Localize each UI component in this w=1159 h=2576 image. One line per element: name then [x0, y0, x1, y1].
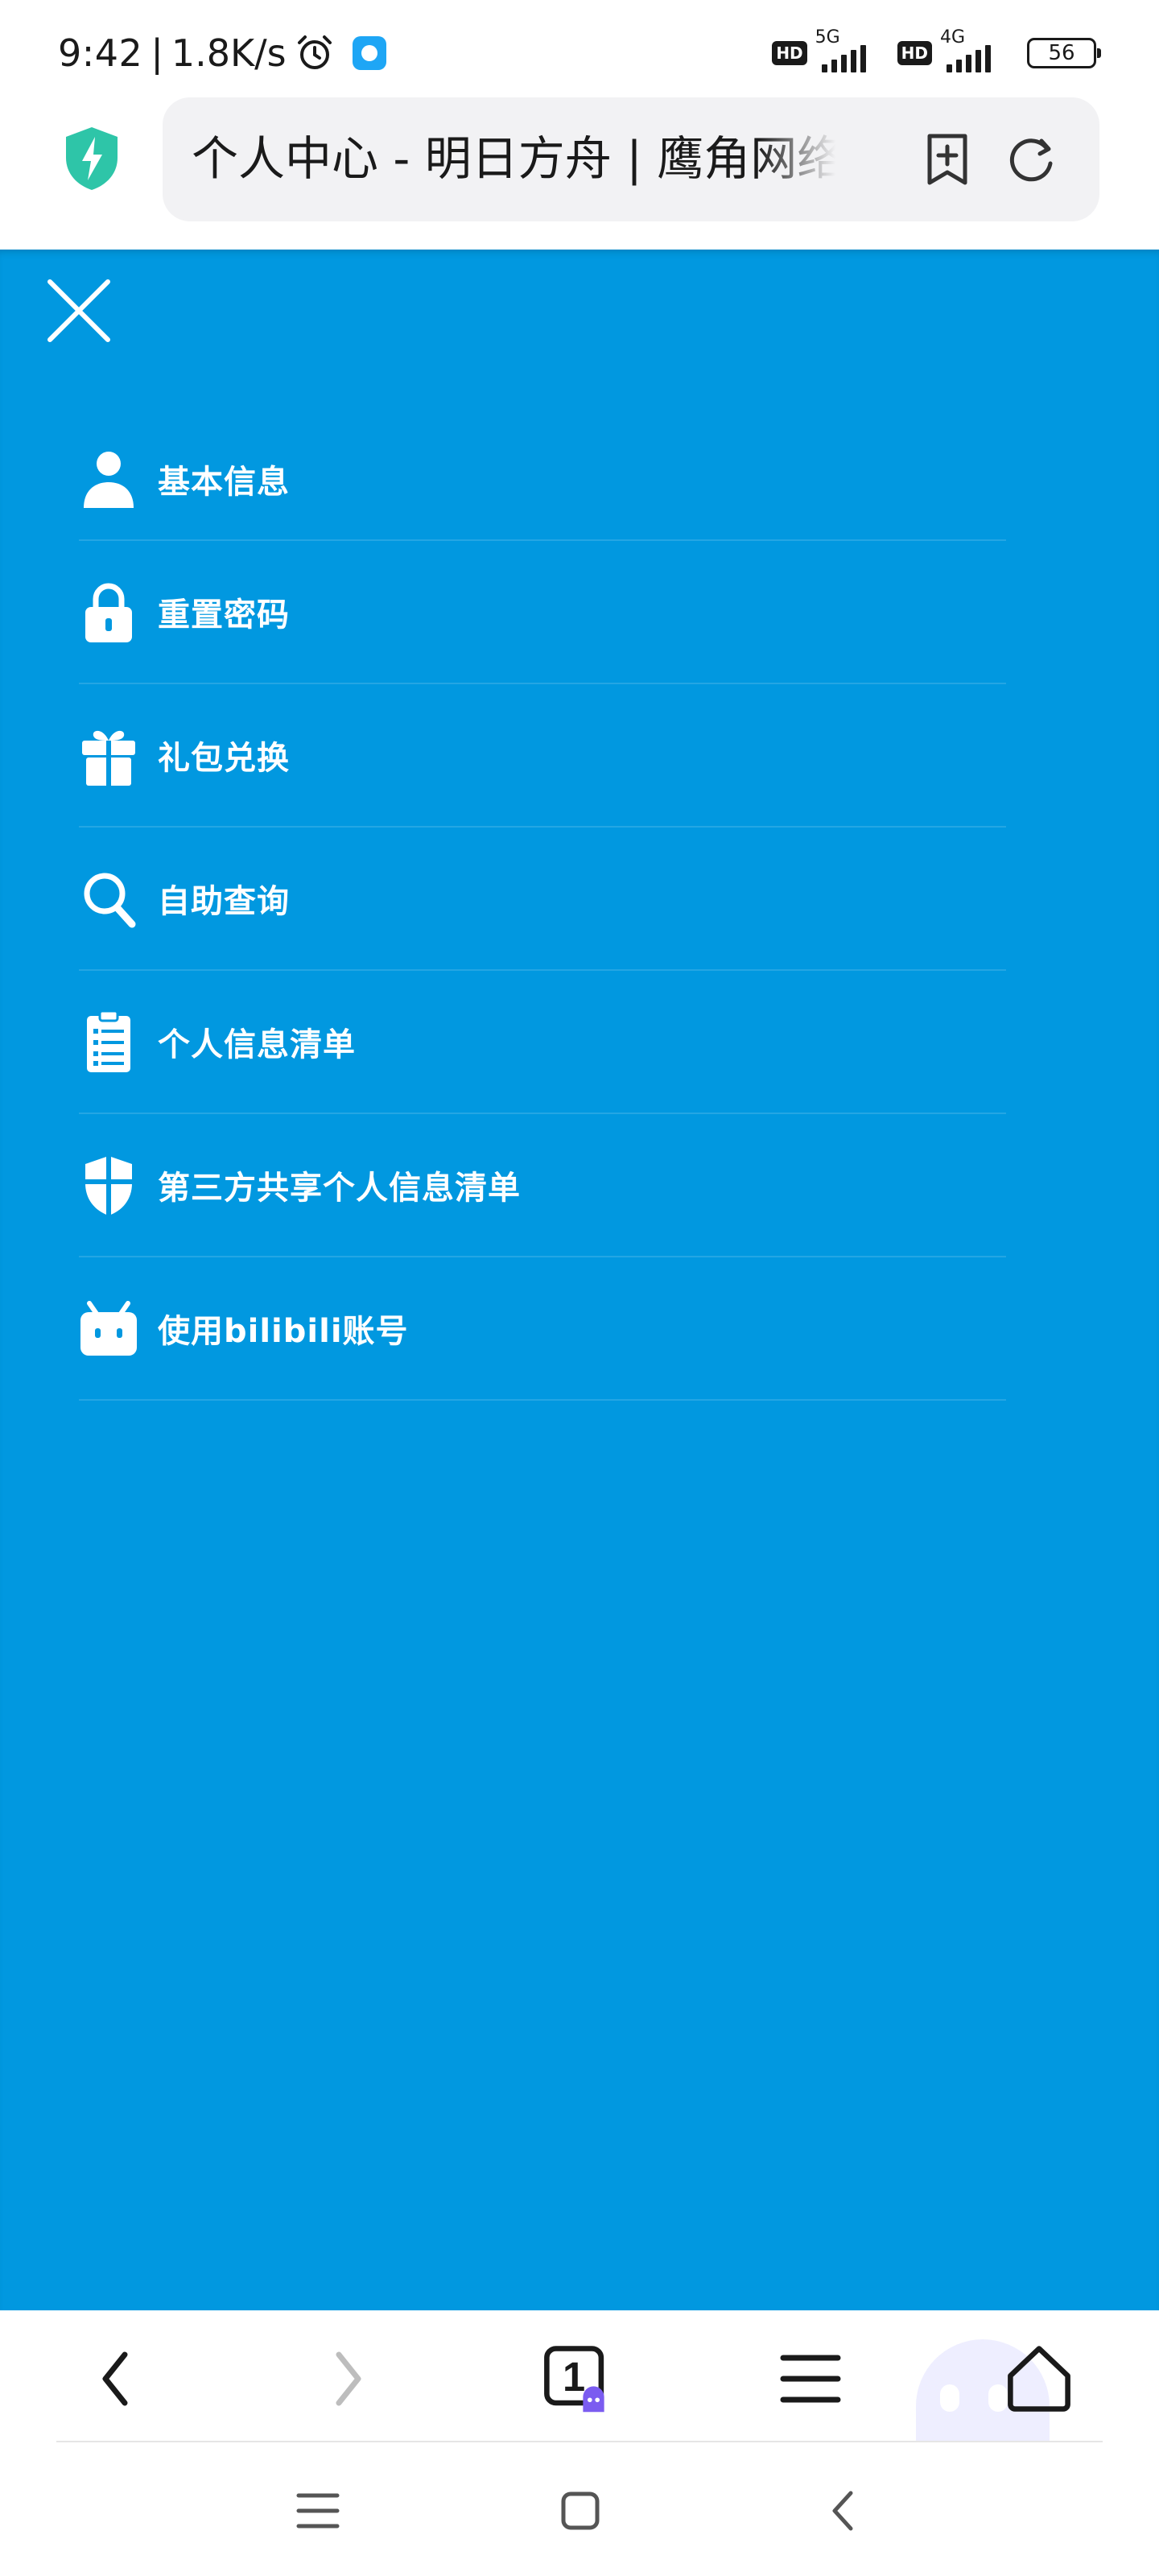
system-home-button[interactable]	[552, 2483, 608, 2539]
triangle-back-icon	[832, 2491, 853, 2531]
home-button[interactable]	[1003, 2343, 1075, 2415]
tab-count: 1	[563, 2354, 585, 2400]
back-button[interactable]	[79, 2343, 151, 2415]
recents-icon	[296, 2493, 340, 2529]
hd-badge-sim2: HD	[897, 41, 932, 65]
status-left: 9:42 | 1.8K/s	[58, 24, 386, 82]
system-back-button[interactable]	[815, 2483, 871, 2539]
battery-icon: 56	[1027, 38, 1101, 68]
notification-app-icon	[352, 36, 386, 70]
menu-item-gift-redeem[interactable]: 礼包兑换	[79, 684, 1006, 828]
chevron-right-icon	[336, 2351, 361, 2406]
home-icon	[1008, 2346, 1070, 2412]
shield-icon	[79, 1153, 138, 1217]
menu-item-reset-password[interactable]: 重置密码	[79, 541, 1006, 684]
tabs-button[interactable]: 1	[539, 2343, 612, 2415]
shield-bolt-icon[interactable]	[63, 126, 121, 192]
chevron-left-icon	[102, 2351, 128, 2406]
close-icon[interactable]	[45, 277, 113, 345]
recents-button[interactable]	[290, 2483, 346, 2539]
menu-item-self-query[interactable]: 自助查询	[79, 828, 1006, 971]
menu-item-bilibili-account[interactable]: 使用bilibili账号	[79, 1257, 1006, 1401]
ghost-eye-left	[940, 2384, 959, 2412]
signal-sim1-icon: 5G	[814, 27, 891, 76]
menu-item-label: 礼包兑换	[158, 740, 290, 777]
side-menu-panel: 基本信息 重置密码 礼包兑换 自助查询 个人信息清单 第三方共享个人信息清单 使…	[0, 250, 1159, 2310]
lock-icon	[79, 580, 138, 644]
menu-item-label: 使用bilibili账号	[158, 1313, 409, 1350]
system-nav-bar	[0, 2442, 1159, 2576]
address-bar[interactable]: 个人中心 - 明日方舟 | 鹰角网络	[163, 97, 1099, 221]
menu-item-basic-info[interactable]: 基本信息	[79, 419, 1006, 541]
status-bar: 9:42 | 1.8K/s HD 5G HD 4G 56	[0, 0, 1159, 95]
user-icon	[79, 447, 138, 511]
status-right: HD 5G HD 4G 56	[772, 27, 1101, 76]
signal-sim2-icon: 4G	[938, 27, 1016, 76]
square-home-icon	[561, 2491, 600, 2530]
menu-item-label: 第三方共享个人信息清单	[158, 1170, 521, 1207]
account-menu: 基本信息 重置密码 礼包兑换 自助查询 个人信息清单 第三方共享个人信息清单 使…	[79, 419, 1006, 1401]
menu-button[interactable]	[774, 2343, 847, 2415]
status-time: 9:42	[58, 31, 143, 75]
hamburger-icon	[780, 2355, 841, 2403]
hd-badge-sim1: HD	[772, 41, 807, 65]
tabs-icon: 1	[544, 2346, 604, 2413]
bilibili-icon	[79, 1296, 138, 1360]
alarm-icon	[297, 35, 332, 69]
browser-address-area: 个人中心 - 明日方舟 | 鹰角网络	[0, 95, 1159, 250]
gift-icon	[79, 723, 138, 787]
menu-item-label: 自助查询	[158, 883, 290, 920]
menu-item-label: 基本信息	[158, 464, 290, 501]
battery-level: 56	[1048, 41, 1075, 65]
menu-item-label: 重置密码	[158, 597, 290, 634]
menu-item-third-party-info-list[interactable]: 第三方共享个人信息清单	[79, 1114, 1006, 1257]
search-icon	[79, 866, 138, 931]
forward-button[interactable]	[312, 2343, 385, 2415]
status-separator: |	[151, 31, 163, 75]
menu-item-personal-info-list[interactable]: 个人信息清单	[79, 971, 1006, 1114]
clipboard-list-icon	[79, 1009, 138, 1074]
page-title[interactable]: 个人中心 - 明日方舟 | 鹰角网络	[192, 130, 835, 188]
network-speed: 1.8K/s	[171, 31, 287, 75]
reload-icon[interactable]	[1003, 131, 1059, 188]
bookmark-add-icon[interactable]	[919, 131, 975, 188]
menu-item-label: 个人信息清单	[158, 1026, 356, 1063]
